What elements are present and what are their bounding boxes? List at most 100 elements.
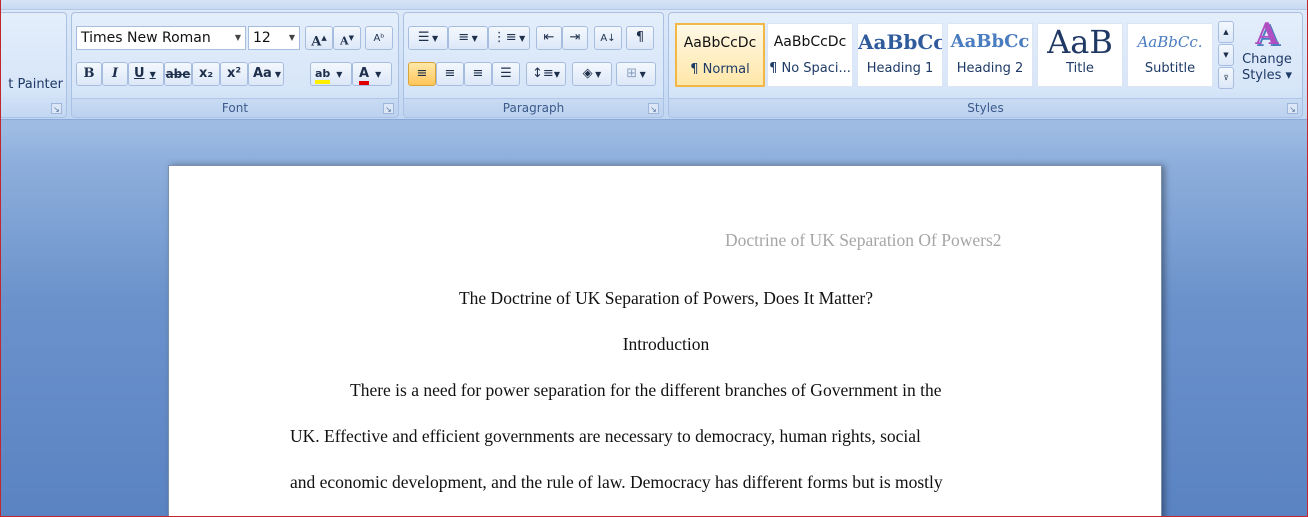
style-heading1-tile[interactable]: AaBbCc Heading 1 bbox=[857, 23, 943, 87]
highlight-button[interactable]: ab ▼ bbox=[310, 62, 352, 86]
style-preview: AaBbCc bbox=[858, 30, 942, 54]
strikethrough-button[interactable]: abe bbox=[164, 62, 192, 86]
style-name: ¶ No Spaci... bbox=[769, 61, 851, 76]
document-title[interactable]: The Doctrine of UK Separation of Powers,… bbox=[169, 288, 1163, 309]
grow-font-icon: A bbox=[311, 34, 322, 50]
style-preview: AaBbCcDc bbox=[773, 34, 847, 50]
style-normal-tile[interactable]: AaBbCcDc ¶ Normal bbox=[675, 23, 765, 87]
align-right-icon: ≡ bbox=[472, 66, 484, 81]
page-number: 2 bbox=[992, 230, 1002, 250]
chevron-down-icon[interactable]: ▼ bbox=[285, 27, 299, 49]
chevron-down-icon[interactable]: ▼ bbox=[231, 27, 245, 49]
change-case-button[interactable]: Aa ▼ bbox=[248, 62, 284, 86]
change-styles-label-2: Styles ▾ bbox=[1241, 68, 1293, 83]
align-center-icon: ≡ bbox=[444, 66, 456, 81]
underline-icon: U bbox=[134, 66, 145, 81]
shrink-font-button[interactable]: A▼ bbox=[333, 26, 361, 50]
style-preview: AaBbCcDc bbox=[683, 35, 757, 51]
styles-group-label: Styles bbox=[669, 98, 1302, 117]
justify-button[interactable]: ☰ bbox=[492, 62, 520, 86]
line-spacing-button[interactable]: ↕≡▼ bbox=[526, 62, 566, 86]
font-name-value: Times New Roman bbox=[81, 30, 211, 46]
align-left-icon: ≡ bbox=[416, 66, 428, 81]
bullets-button[interactable]: ☰ ▼ bbox=[408, 26, 448, 50]
style-name: ¶ Normal bbox=[690, 62, 750, 77]
style-no-spacing-tile[interactable]: AaBbCcDc ¶ No Spaci... bbox=[767, 23, 853, 87]
section-heading[interactable]: Introduction bbox=[169, 334, 1163, 355]
sort-icon: A↓ bbox=[600, 33, 616, 44]
italic-button[interactable]: I bbox=[102, 62, 128, 86]
clipboard-group: t Painter ↘ bbox=[1, 12, 67, 118]
eraser-icon: Aᵇ bbox=[373, 33, 385, 44]
bold-icon: B bbox=[83, 66, 95, 81]
pilcrow-icon: ¶ bbox=[635, 30, 645, 45]
clear-formatting-button[interactable]: Aᵇ bbox=[365, 26, 393, 50]
document-page[interactable]: Doctrine of UK Separation Of Powers2 The… bbox=[168, 165, 1163, 516]
body-line[interactable]: and economic development, and the rule o… bbox=[290, 472, 943, 493]
clipboard-launcher-icon[interactable]: ↘ bbox=[51, 103, 62, 114]
change-styles-label-1: Change bbox=[1242, 52, 1292, 67]
align-right-button[interactable]: ≡ bbox=[464, 62, 492, 86]
style-heading2-tile[interactable]: AaBbCc Heading 2 bbox=[947, 23, 1033, 87]
style-preview: AaBbCc bbox=[950, 31, 1030, 52]
align-center-button[interactable]: ≡ bbox=[436, 62, 464, 86]
change-styles-button[interactable]: A Change Styles ▾ bbox=[1237, 17, 1297, 97]
style-title-tile[interactable]: AaB Title bbox=[1037, 23, 1123, 87]
grow-font-button[interactable]: A▲ bbox=[305, 26, 333, 50]
change-case-icon: Aa bbox=[253, 66, 272, 81]
decrease-indent-icon: ⇤ bbox=[543, 30, 555, 45]
styles-group: AaBbCcDc ¶ Normal AaBbCcDc ¶ No Spaci...… bbox=[668, 12, 1303, 118]
shrink-font-icon: A bbox=[340, 34, 349, 48]
home-ribbon: t Painter ↘ Times New Roman ▼ 12 ▼ A▲ A▼… bbox=[1, 10, 1307, 120]
strikethrough-icon: abe bbox=[165, 67, 191, 81]
decrease-indent-button[interactable]: ⇤ bbox=[536, 26, 562, 50]
italic-icon: I bbox=[111, 66, 119, 81]
paint-bucket-icon: ◈ bbox=[582, 66, 593, 81]
font-launcher-icon[interactable]: ↘ bbox=[383, 103, 394, 114]
paragraph-group: ☰ ▼ ≡ ▼ ⋮≡ ▼ ⇤ ⇥ A↓ ¶ ≡ ≡ ≡ ☰ ↕≡▼ ◈ ▼ ⊞ … bbox=[403, 12, 664, 118]
borders-button[interactable]: ⊞ ▼ bbox=[616, 62, 656, 86]
style-name: Heading 2 bbox=[956, 61, 1024, 76]
borders-icon: ⊞ bbox=[626, 66, 638, 81]
font-name-combo[interactable]: Times New Roman ▼ bbox=[76, 26, 246, 50]
word-window: t Painter ↘ Times New Roman ▼ 12 ▼ A▲ A▼… bbox=[0, 0, 1308, 517]
font-group: Times New Roman ▼ 12 ▼ A▲ A▼ Aᵇ B I U ▼ … bbox=[71, 12, 399, 118]
highlighter-icon: ab bbox=[315, 67, 331, 84]
page-header[interactable]: Doctrine of UK Separation Of Powers2 bbox=[725, 230, 1002, 251]
multilevel-list-button[interactable]: ⋮≡ ▼ bbox=[488, 26, 530, 50]
subscript-button[interactable]: x₂ bbox=[192, 62, 220, 86]
body-line[interactable]: UK. Effective and efficient governments … bbox=[290, 426, 921, 447]
styles-launcher-icon[interactable]: ↘ bbox=[1287, 103, 1298, 114]
shading-button[interactable]: ◈ ▼ bbox=[572, 62, 612, 86]
styles-scroll-down-icon[interactable]: ▼ bbox=[1218, 44, 1234, 66]
body-line[interactable]: There is a need for power separation for… bbox=[350, 380, 942, 401]
superscript-icon: x² bbox=[226, 66, 242, 81]
format-painter-button[interactable]: t Painter bbox=[1, 73, 64, 97]
font-color-button[interactable]: A ▼ bbox=[352, 62, 392, 86]
font-size-combo[interactable]: 12 ▼ bbox=[248, 26, 300, 50]
show-formatting-button[interactable]: ¶ bbox=[626, 26, 654, 50]
underline-button[interactable]: U ▼ bbox=[128, 62, 164, 86]
sort-button[interactable]: A↓ bbox=[594, 26, 622, 50]
bold-button[interactable]: B bbox=[76, 62, 102, 86]
font-group-label: Font bbox=[72, 98, 398, 117]
paragraph-launcher-icon[interactable]: ↘ bbox=[648, 103, 659, 114]
bullet-list-icon: ☰ bbox=[417, 30, 430, 45]
header-text: Doctrine of UK Separation Of Powers bbox=[725, 230, 993, 250]
align-left-button[interactable]: ≡ bbox=[408, 62, 436, 86]
style-subtitle-tile[interactable]: AaBbCc. Subtitle bbox=[1127, 23, 1213, 87]
subscript-icon: x₂ bbox=[198, 66, 214, 81]
superscript-button[interactable]: x² bbox=[220, 62, 248, 86]
increase-indent-icon: ⇥ bbox=[569, 30, 581, 45]
increase-indent-button[interactable]: ⇥ bbox=[562, 26, 588, 50]
numbering-button[interactable]: ≡ ▼ bbox=[448, 26, 488, 50]
styles-more-icon[interactable]: ⊽ bbox=[1218, 67, 1234, 89]
title-strip bbox=[1, 0, 1307, 10]
numbered-list-icon: ≡ bbox=[458, 30, 470, 45]
font-color-icon: A bbox=[359, 67, 370, 85]
style-name: Title bbox=[1066, 61, 1094, 76]
style-preview: AaB bbox=[1047, 24, 1113, 60]
styles-scroll-up-icon[interactable]: ▲ bbox=[1218, 21, 1234, 43]
font-size-value: 12 bbox=[253, 30, 271, 46]
line-spacing-icon: ↕≡ bbox=[532, 66, 554, 81]
